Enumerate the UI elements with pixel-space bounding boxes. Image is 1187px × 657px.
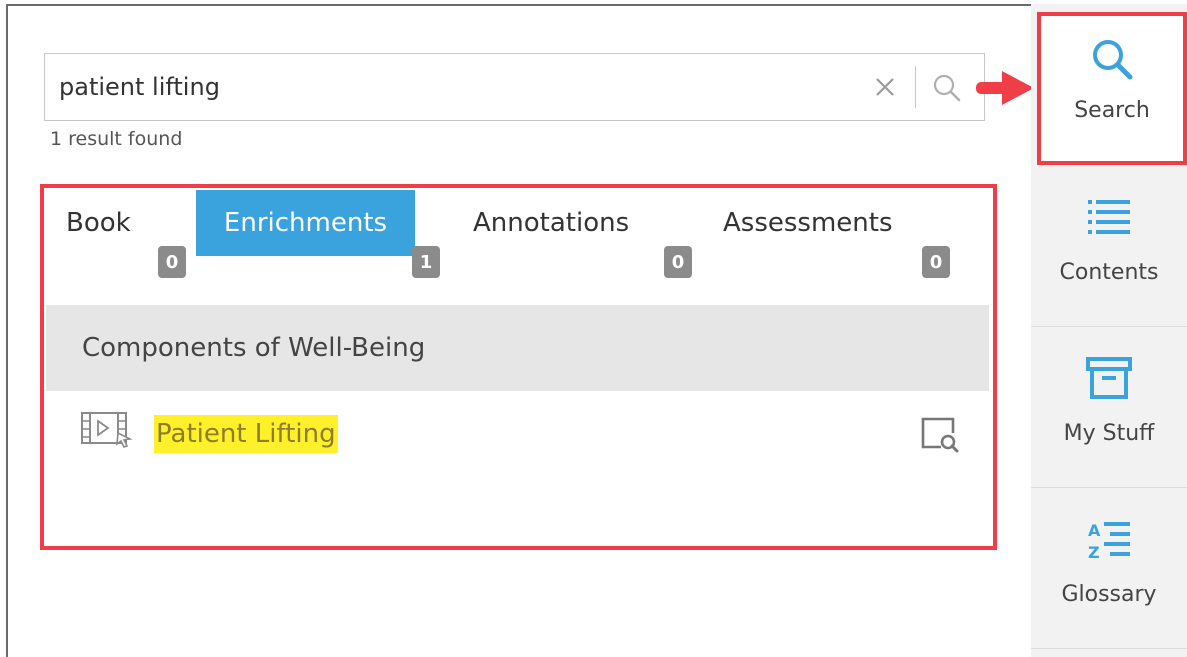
preview-icon[interactable] xyxy=(919,413,961,455)
sidebar: Search Contents My Stuff A Z Glossary xyxy=(1031,4,1187,657)
list-icon xyxy=(1088,200,1130,234)
tab-annotations[interactable]: Annotations xyxy=(473,190,673,256)
tab-annotations-count-badge: 0 xyxy=(664,246,692,278)
result-section-header: Components of Well-Being xyxy=(46,305,989,391)
sidebar-item-glossary[interactable]: A Z Glossary xyxy=(1031,488,1187,649)
sidebar-item-label: My Stuff xyxy=(1063,421,1155,446)
tab-label: Assessments xyxy=(723,208,893,238)
tab-label: Annotations xyxy=(473,208,630,238)
tab-label: Enrichments xyxy=(223,208,388,238)
sidebar-item-my-stuff[interactable]: My Stuff xyxy=(1031,327,1187,488)
sidebar-item-search[interactable]: Search xyxy=(1037,12,1187,165)
tab-assessments-count-badge: 0 xyxy=(922,246,950,278)
sidebar-item-label: Search xyxy=(1074,98,1150,123)
pointer-arrow-icon xyxy=(976,71,1034,105)
sidebar-item-contents[interactable]: Contents xyxy=(1031,166,1187,327)
tab-enrichments-count-badge: 1 xyxy=(412,246,440,278)
search-bar xyxy=(44,53,985,121)
result-count: 1 result found xyxy=(50,128,183,150)
svg-text:A: A xyxy=(1088,521,1101,540)
glossary-az-icon: A Z xyxy=(1088,521,1130,562)
tab-label: Book xyxy=(66,208,131,238)
search-icon[interactable] xyxy=(930,71,964,105)
search-divider xyxy=(915,66,916,108)
tab-enrichments[interactable]: Enrichments xyxy=(196,190,415,256)
sidebar-item-label: Glossary xyxy=(1061,582,1157,607)
result-title[interactable]: Patient Lifting xyxy=(154,415,338,453)
results-panel: Book 0 Enrichments 1 Annotations 0 Asses… xyxy=(40,184,997,550)
search-input[interactable] xyxy=(59,54,859,120)
archive-box-icon xyxy=(1086,357,1132,399)
list-item[interactable]: Patient Lifting xyxy=(44,403,993,463)
close-icon[interactable] xyxy=(871,73,899,101)
tab-book-count-badge: 0 xyxy=(158,246,186,278)
video-icon xyxy=(81,412,133,448)
svg-text:Z: Z xyxy=(1088,543,1100,562)
section-title: Components of Well-Being xyxy=(82,333,426,363)
sidebar-item-label: Contents xyxy=(1059,260,1159,285)
tab-assessments[interactable]: Assessments xyxy=(723,190,933,256)
search-icon xyxy=(1093,40,1133,80)
